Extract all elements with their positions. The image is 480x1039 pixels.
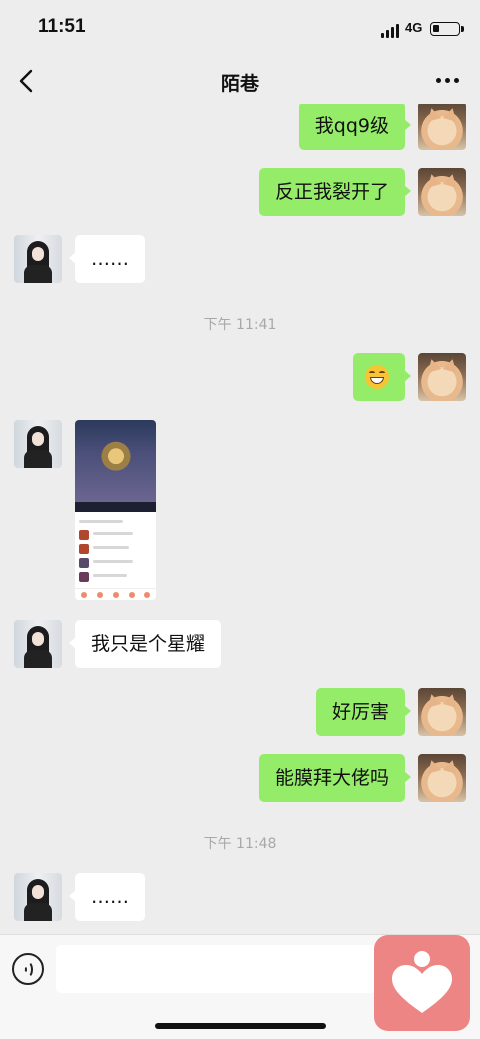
chat-header: 陌巷 [0,58,480,104]
message-timestamp: 下午 11:48 [203,836,277,852]
home-indicator[interactable] [155,1023,326,1029]
more-options-icon[interactable] [436,78,460,84]
image-message[interactable] [75,420,156,600]
voice-input-icon[interactable] [12,953,44,985]
contact-avatar[interactable] [14,235,62,283]
grinning-face-icon [365,365,389,389]
message-bubble[interactable]: 反正我裂开了 [258,168,412,216]
status-time: 11:51 [38,16,86,37]
message-bubble[interactable]: …… [69,873,145,921]
message-bubble[interactable]: 我qq9级 [298,104,412,150]
heart-person-logo [374,935,470,1031]
my-avatar[interactable] [418,353,466,401]
message-bubble[interactable]: 好厉害 [315,688,412,736]
message-input[interactable] [56,945,376,993]
message-bubble[interactable]: …… [69,235,145,283]
my-avatar[interactable] [418,168,466,216]
input-bar [0,934,480,1039]
signal-icon [381,24,401,38]
network-type: 4G [405,20,423,35]
message-bubble[interactable]: 能膜拜大佬吗 [258,754,412,802]
my-avatar[interactable] [418,688,466,736]
chat-message-list[interactable]: 我qq9级 反正我裂开了 …… 下午 11:41 我只是个星耀 好厉害 能膜拜大… [0,104,480,934]
chat-title: 陌巷 [220,73,259,95]
message-timestamp: 下午 11:41 [203,317,277,333]
contact-avatar[interactable] [14,620,62,668]
contact-avatar[interactable] [14,873,62,921]
my-avatar[interactable] [418,104,466,150]
battery-icon [430,22,464,36]
status-bar: 11:51 4G [0,0,480,58]
message-bubble[interactable] [353,353,411,401]
rank-badge-icon [99,440,133,476]
my-avatar[interactable] [418,754,466,802]
contact-avatar[interactable] [14,420,62,468]
message-bubble[interactable]: 我只是个星耀 [68,620,222,668]
